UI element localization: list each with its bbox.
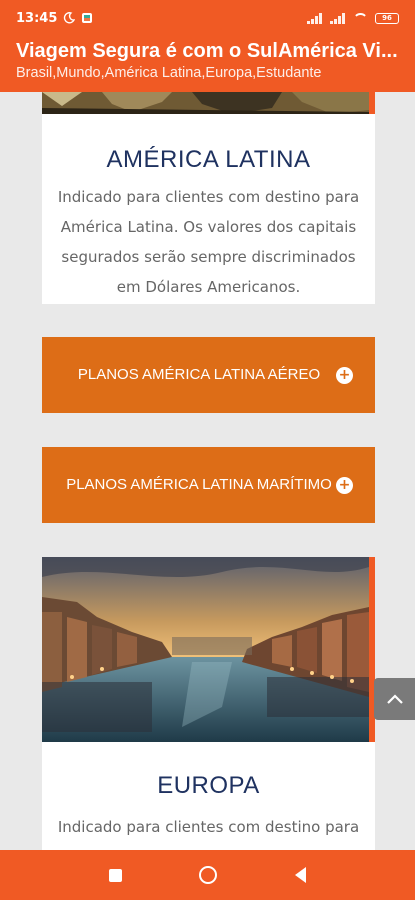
plans-maritimo-label: PLANOS AMÉRICA LATINA MARÍTIMO bbox=[66, 476, 332, 493]
plus-circle-icon: + bbox=[336, 476, 353, 494]
card-europa: EUROPA Indicado para clientes com destin… bbox=[42, 557, 375, 850]
home-icon[interactable] bbox=[199, 866, 218, 884]
card-america-latina: AMÉRICA LATINA Indicado para clientes co… bbox=[42, 92, 375, 304]
card-title-america-latina: AMÉRICA LATINA bbox=[106, 146, 311, 173]
recent-apps-icon[interactable] bbox=[108, 868, 122, 882]
plans-aereo-label: PLANOS AMÉRICA LATINA AÉREO bbox=[77, 366, 321, 383]
signal-icon bbox=[307, 12, 323, 24]
plans-maritimo-button[interactable]: PLANOS AMÉRICA LATINA MARÍTIMO + bbox=[42, 447, 375, 523]
battery-icon: 96 bbox=[375, 12, 399, 24]
status-bar: 13:45 96 bbox=[0, 0, 415, 36]
moon-icon bbox=[64, 12, 76, 24]
status-time: 13:45 bbox=[16, 10, 58, 26]
card-image-america-latina bbox=[42, 92, 375, 114]
card-text-america-latina: Indicado para clientes com destino para … bbox=[57, 188, 360, 296]
card-image-europa bbox=[42, 557, 375, 742]
scroll-to-top-button[interactable] bbox=[374, 678, 415, 720]
back-icon[interactable] bbox=[295, 867, 307, 883]
app-title: Viagem Segura é com o SulAmérica Vi... bbox=[16, 40, 398, 62]
app-notification-icon bbox=[82, 13, 93, 23]
battery-level: 96 bbox=[382, 14, 392, 22]
venice-canal-image bbox=[42, 557, 369, 742]
app-subtitle: Brasil,Mundo,América Latina,Europa,Estud… bbox=[16, 65, 322, 81]
chevron-up-icon bbox=[386, 694, 403, 704]
plans-aereo-button[interactable]: PLANOS AMÉRICA LATINA AÉREO + bbox=[42, 337, 375, 413]
card-title-europa: EUROPA bbox=[157, 772, 260, 799]
plus-circle-icon: + bbox=[336, 366, 353, 384]
scroll-content[interactable]: AMÉRICA LATINA Indicado para clientes co… bbox=[0, 92, 415, 850]
card-text-europa: Indicado para clientes com destino para bbox=[57, 818, 360, 836]
wifi-icon bbox=[353, 12, 368, 24]
system-nav-bar bbox=[0, 850, 415, 900]
app-bar: Viagem Segura é com o SulAmérica Vi... B… bbox=[0, 36, 415, 92]
signal-icon-2 bbox=[330, 12, 346, 24]
ruins-image bbox=[42, 92, 369, 114]
